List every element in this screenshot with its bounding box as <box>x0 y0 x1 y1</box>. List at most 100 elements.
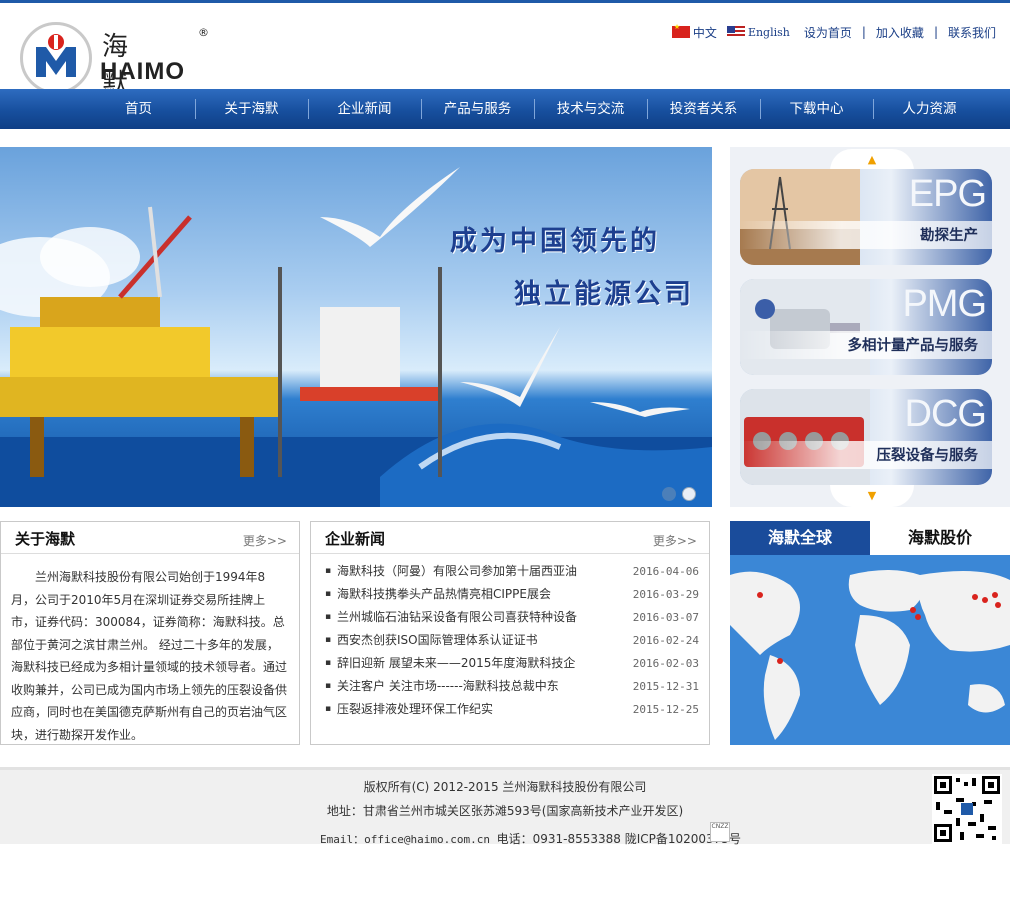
frac-pump-icon <box>740 389 870 485</box>
contact-line: Email：office@haimo.com.cn 电话：0931-855338… <box>320 830 741 847</box>
card-code: EPG <box>908 173 987 215</box>
bullet: ▪ <box>325 566 332 576</box>
news-more-link[interactable]: 更多>> <box>653 532 697 549</box>
news-item-date: 2016-03-29 <box>632 588 699 601</box>
bullet: ▪ <box>325 589 332 599</box>
copyright: 版权所有(C) 2012-2015 兰州海默科技股份有限公司 <box>363 780 647 794</box>
card-pmg[interactable]: PMG 多相计量产品与服务 <box>740 279 992 375</box>
news-item-date: 2015-12-31 <box>632 680 699 693</box>
add-favorite-link[interactable]: 加入收藏 <box>876 24 924 41</box>
banner-headline-2: 独立能源公司 <box>514 279 694 310</box>
down-arrow-icon: ▼ <box>867 489 877 502</box>
news-item-title: 兰州城临石油钻采设备有限公司喜获特种设备 <box>337 610 578 624</box>
lang-en-link[interactable]: English <box>726 25 790 39</box>
card-epg[interactable]: EPG 勘探生产 <box>740 169 992 265</box>
news-item-date: 2016-04-06 <box>632 565 699 578</box>
news-item[interactable]: ▪ 西安杰创获ISO国际管理体系认证证书 2016-02-24 <box>323 629 699 652</box>
news-item-date: 2016-02-03 <box>632 657 699 670</box>
bullet: ▪ <box>325 658 332 668</box>
news-item[interactable]: ▪ 辞旧迎新 展望未来——2015年度海默科技企 2016-02-03 <box>323 652 699 675</box>
slider-dot[interactable] <box>662 487 676 501</box>
nav-products[interactable]: 产品与服务 <box>421 89 534 129</box>
separator: | <box>861 25 866 39</box>
news-item[interactable]: ▪ 海默科技（阿曼）有限公司参加第十届西亚油 2016-04-06 <box>323 560 699 583</box>
world-map-icon <box>730 555 1010 745</box>
nav-news[interactable]: 企业新闻 <box>308 89 421 129</box>
nav-hr[interactable]: 人力资源 <box>873 89 986 129</box>
us-flag-icon <box>726 26 745 38</box>
news-item-title: 西安杰创获ISO国际管理体系认证证书 <box>337 633 538 647</box>
cnzz-stats-icon[interactable]: CNZZ <box>710 822 730 842</box>
card-label: 压裂设备与服务 <box>876 448 979 464</box>
separator: | <box>933 25 938 39</box>
news-item-title: 海默科技（阿曼）有限公司参加第十届西亚油 <box>337 564 578 578</box>
oil-rig-icon <box>740 169 860 265</box>
cnzz-label: CNZZ <box>711 823 729 830</box>
news-header: 企业新闻 更多>> <box>311 522 709 554</box>
slider-dot-active[interactable] <box>682 487 696 501</box>
about-text: 兰州海默科技股份有限公司始创于1994年8月，公司于2010年5月在深圳证券交易… <box>11 570 288 742</box>
news-box: 企业新闻 更多>> ▪ 海默科技（阿曼）有限公司参加第十届西亚油 2016-04-0… <box>310 521 710 745</box>
qr-code <box>932 774 1002 844</box>
about-header: 关于海默 更多>> <box>1 522 299 554</box>
bullet: ▪ <box>325 704 332 714</box>
nav-home[interactable]: 首页 <box>82 89 195 129</box>
world-map[interactable] <box>730 555 1010 745</box>
china-flag-icon <box>671 23 690 38</box>
slider-dots <box>662 487 696 501</box>
news-item[interactable]: ▪ 关注客户 关注市场------海默科技总裁中东 2015-12-31 <box>323 675 699 698</box>
nav-about[interactable]: 关于海默 <box>195 89 308 129</box>
hero-banner[interactable]: 成为中国领先的 独立能源公司 <box>0 147 712 507</box>
news-item[interactable]: ▪ 压裂返排液处理环保工作纪实 2015-12-25 <box>323 698 699 721</box>
flow-meter-icon <box>740 279 870 375</box>
address: 地址：甘肃省兰州市城关区张苏滩593号(国家高新技术产业开发区) <box>326 804 684 818</box>
nav-download[interactable]: 下载中心 <box>760 89 873 129</box>
news-item-title: 关注客户 关注市场------海默科技总裁中东 <box>337 679 559 693</box>
qr-code-icon <box>932 774 1002 844</box>
news-item-title: 压裂返排液处理环保工作纪实 <box>337 702 494 716</box>
bullet: ▪ <box>325 612 332 622</box>
scroll-down-button[interactable]: ▼ <box>830 485 914 507</box>
scroll-up-button[interactable]: ▲ <box>830 149 914 171</box>
global-box: 海默全球 海默股价 <box>730 521 1010 745</box>
news-item-title: 海默科技携拳头产品热情亮相CIPPE展会 <box>337 587 551 601</box>
footer: 版权所有(C) 2012-2015 兰州海默科技股份有限公司 地址：甘肃省兰州市… <box>0 767 1010 847</box>
global-tabs: 海默全球 海默股价 <box>730 521 1010 555</box>
card-dcg[interactable]: DCG 压裂设备与服务 <box>740 389 992 485</box>
logo-emblem <box>20 22 92 94</box>
news-item[interactable]: ▪ 兰州城临石油钻采设备有限公司喜获特种设备 2016-03-07 <box>323 606 699 629</box>
top-accent-line <box>0 0 1010 3</box>
bullet: ▪ <box>325 681 332 691</box>
set-home-link[interactable]: 设为首页 <box>804 24 852 41</box>
lang-cn-label: 中文 <box>692 25 717 40</box>
banner-headline-1: 成为中国领先的 <box>450 226 660 257</box>
lang-cn-link[interactable]: 中文 <box>671 23 717 41</box>
card-code: PMG <box>902 283 987 325</box>
tab-global[interactable]: 海默全球 <box>730 521 870 555</box>
about-more-link[interactable]: 更多>> <box>243 532 287 549</box>
news-title: 企业新闻 <box>325 530 386 548</box>
contact-link[interactable]: 联系我们 <box>948 24 996 41</box>
news-list: ▪ 海默科技（阿曼）有限公司参加第十届西亚油 2016-04-06 ▪ 海默科技携拳头… <box>323 560 699 732</box>
email: Email：office@haimo.com.cn <box>320 833 490 846</box>
haimo-emblem-icon <box>26 28 86 88</box>
lang-en-label: English <box>747 25 790 39</box>
news-item[interactable]: ▪ 海默科技携拳头产品热情亮相CIPPE展会 2016-03-29 <box>323 583 699 606</box>
card-label: 多相计量产品与服务 <box>847 338 979 354</box>
business-group-panel: ▲ EPG 勘探生产 PMG 多相计量产品与服务 DCG 压裂设备与服务 ▼ <box>730 147 1010 507</box>
top-links: 中文 English 设为首页 | 加入收藏 | 联系我们 <box>671 22 996 42</box>
about-title: 关于海默 <box>15 530 76 548</box>
phone-icp: 电话：0931-8553388 陇ICP备10200375号 <box>496 832 741 846</box>
up-arrow-icon: ▲ <box>867 153 877 166</box>
card-code: DCG <box>904 393 987 435</box>
logo-english: HAIMO <box>100 58 185 85</box>
nav-investors[interactable]: 投资者关系 <box>647 89 760 129</box>
banner-illustration <box>0 167 712 507</box>
bullet: ▪ <box>325 635 332 645</box>
nav-tech[interactable]: 技术与交流 <box>534 89 647 129</box>
news-item-title: 辞旧迎新 展望未来——2015年度海默科技企 <box>337 656 576 670</box>
card-label: 勘探生产 <box>920 228 978 244</box>
main-nav: 首页 关于海默 企业新闻 产品与服务 技术与交流 投资者关系 下载中心 人力资源 <box>0 89 1010 129</box>
registered-mark: ® <box>198 26 209 39</box>
tab-stock[interactable]: 海默股价 <box>870 521 1010 555</box>
